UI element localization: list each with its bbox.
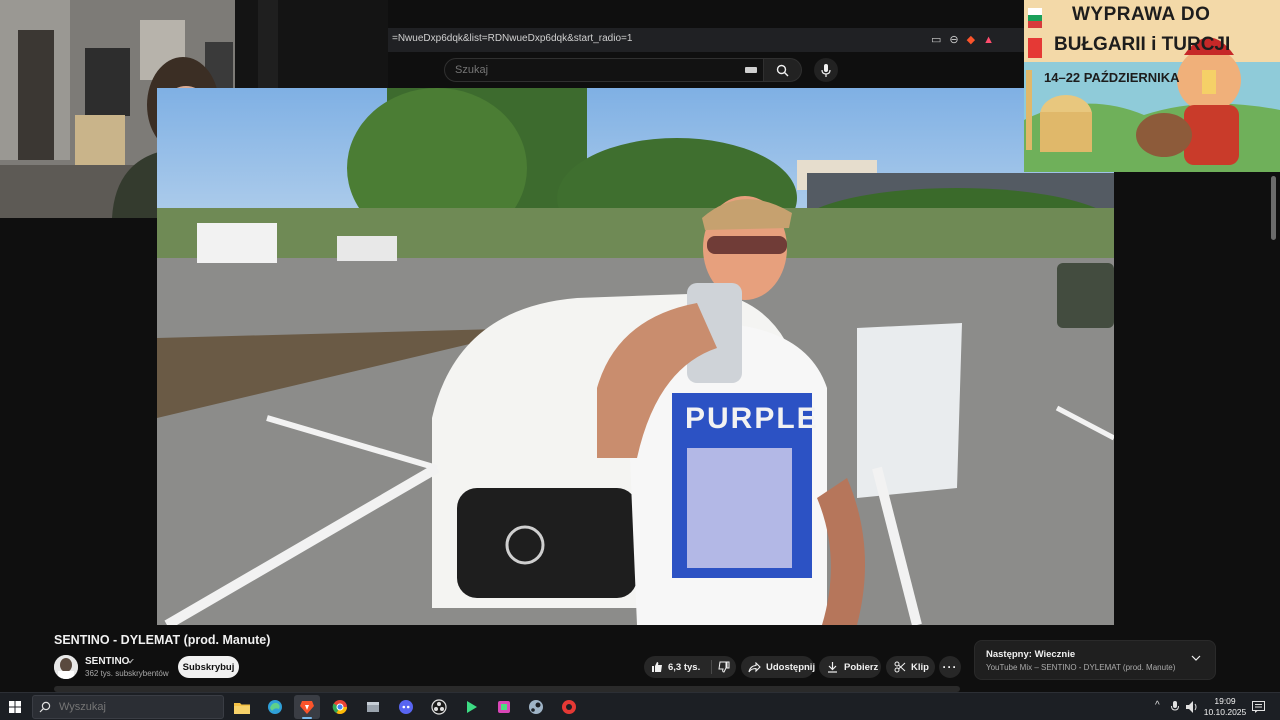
chevron-down-icon[interactable] [1191,654,1201,662]
ad-dates: 14–22 PAŹDZIERNIKA [1044,70,1180,85]
video-player[interactable]: PURPLE [157,88,1114,625]
channel-name[interactable]: SENTINO [85,656,129,667]
windows-logo-icon [9,701,21,713]
microphone-icon [821,63,831,77]
share-icon [748,661,761,672]
file-explorer-app[interactable] [229,695,255,719]
notification-icon[interactable] [1252,701,1265,713]
clock-date[interactable]: 10.10.2025 [1200,707,1250,717]
like-count: 6,3 tys. [668,661,701,673]
windows-taskbar: ^ 19:09 10.10.2025 [0,692,1280,720]
edge-icon [268,700,282,714]
share-button[interactable]: Udostępnij [741,656,816,678]
app-grid-icon [498,701,510,713]
thumbs-down-icon [718,661,730,673]
installer-app[interactable] [360,695,386,719]
edge-app[interactable] [262,695,288,719]
verified-check-icon: ✔ [128,657,135,666]
taskbar-search-box[interactable] [32,695,224,719]
ad-title-line2: BUŁGARII i TURCJI [1054,34,1231,55]
address-bar[interactable]: =NwueDxp6dqk&list=RDNwueDxp6dqk&start_ra… [388,28,1024,53]
brave-rewards-icon[interactable]: ▲ [983,33,994,47]
search-icon [39,701,51,713]
clock-time[interactable]: 19:09 [1208,696,1242,706]
avatar-image [54,655,78,679]
chrome-app[interactable] [327,695,353,719]
voice-search-button[interactable] [814,58,838,82]
volume-icon[interactable] [1186,701,1199,713]
video-title: SENTINO - DYLEMAT (prod. Manute) [54,633,271,647]
discord-app[interactable] [393,695,419,719]
search-box[interactable] [444,58,764,82]
subscribe-button[interactable]: Subskrybuj [178,656,239,678]
subscriber-count: 362 tys. subskrybentów [85,669,169,678]
dislike-button[interactable] [712,661,736,673]
search-input[interactable] [445,59,725,81]
keyboard-icon[interactable] [745,67,757,73]
more-horizontal-icon: ··· [942,660,958,674]
zoom-icon[interactable]: ⊖ [949,33,958,47]
tray-overflow-chevron-icon[interactable]: ^ [1155,700,1160,711]
steam-app[interactable] [523,695,549,719]
discord-icon [399,700,413,714]
channel-avatar[interactable] [54,655,78,679]
recorder-app[interactable] [556,695,582,719]
obs-app[interactable] [426,695,452,719]
svg-text:PURPLE: PURPLE [685,402,819,435]
brave-app[interactable] [294,695,320,719]
like-dislike-group: 6,3 tys. [644,656,736,678]
microphone-tray-icon[interactable] [1171,701,1179,713]
next-up-title: Następny: Wiecznie [986,649,1076,660]
scissors-icon [894,661,906,673]
video-frame[interactable]: PURPLE [157,88,1114,625]
more-actions-button[interactable]: ··· [939,656,961,678]
pink-app[interactable] [491,695,517,719]
play-icon [467,701,477,713]
browser-tab-strip [388,0,1024,28]
media-player-app[interactable] [458,695,484,719]
share-label: Udostępnij [766,661,816,673]
package-icon [367,702,379,712]
download-label: Pobierz [844,661,879,673]
chrome-icon [332,700,347,714]
brave-shield-icon[interactable]: ◆ [967,33,975,47]
steam-icon [529,700,543,714]
obs-icon [431,699,447,715]
download-button[interactable]: Pobierz [819,656,881,678]
search-icon [776,64,789,76]
youtube-header [388,52,1024,88]
ad-title-line1: WYPRAWA DO [1072,4,1211,25]
like-button[interactable]: 6,3 tys. [644,661,711,673]
folder-icon [234,702,250,714]
next-up-card[interactable]: Następny: Wiecznie YouTube Mix – SENTINO… [974,640,1216,680]
start-button[interactable] [4,696,26,718]
clip-button[interactable]: Klip [886,656,935,678]
page-scrollbar[interactable] [1270,172,1278,692]
next-up-subtitle: YouTube Mix – SENTINO - DYLEMAT (prod. M… [986,663,1176,672]
record-icon [562,700,576,714]
clip-label: Klip [911,661,929,673]
cast-icon[interactable]: ▭ [931,33,941,47]
download-icon [828,662,837,673]
brave-icon [300,701,314,714]
ad-banner[interactable]: WYPRAWA DO BUŁGARII i TURCJI 14–22 PAŹDZ… [1024,0,1280,172]
taskbar-search-input[interactable] [57,700,211,714]
address-url[interactable]: =NwueDxp6dqk&list=RDNwueDxp6dqk&start_ra… [392,33,632,44]
thumbs-up-icon [652,662,662,672]
search-button[interactable] [764,58,802,82]
scrollbar-thumb[interactable] [1271,176,1276,240]
